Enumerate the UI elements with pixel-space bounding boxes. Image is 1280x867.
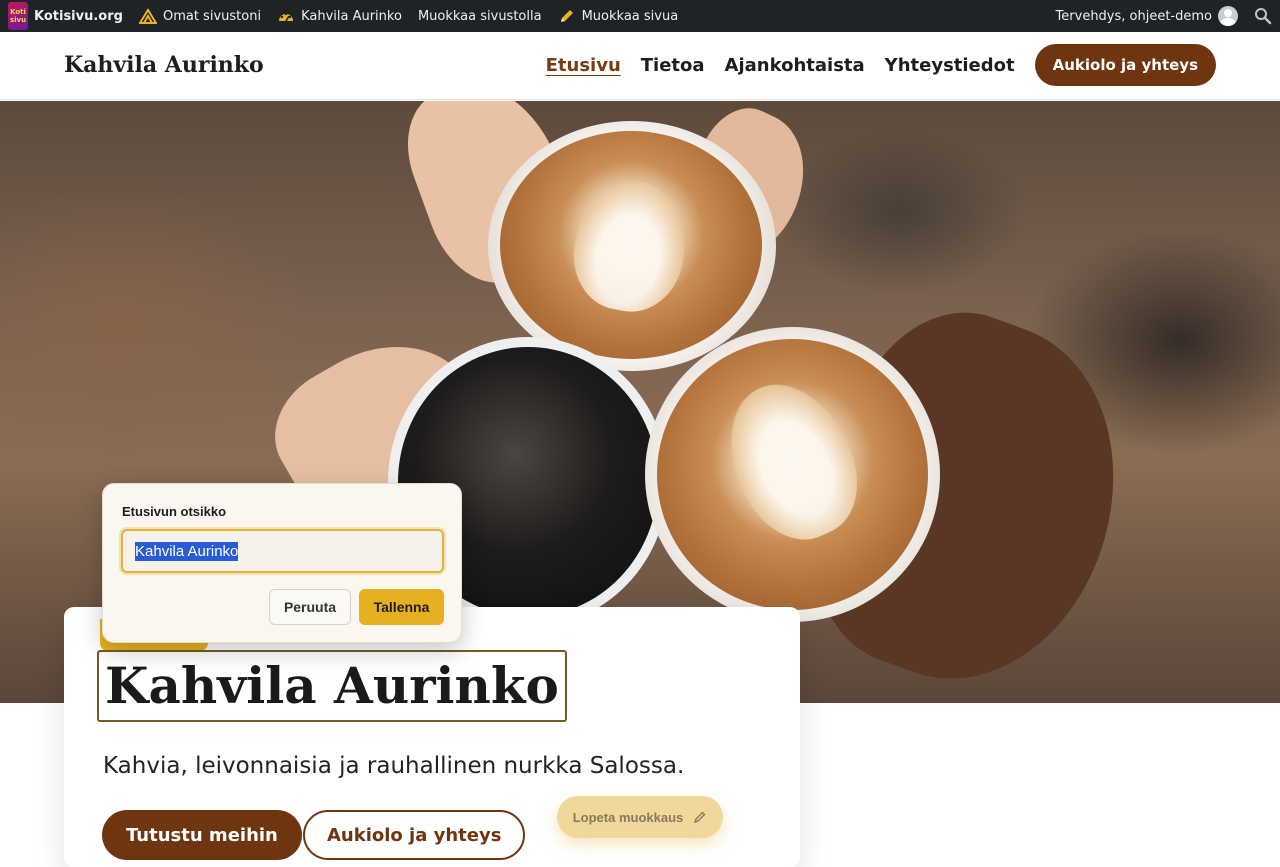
- customize-link[interactable]: Muokkaa sivustolla: [410, 0, 550, 32]
- kotisivu-logo-icon: Koti sivu: [8, 2, 28, 30]
- greeting-label: Tervehdys, ohjeet-demo: [1055, 8, 1212, 24]
- edit-page-label: Muokkaa sivua: [581, 8, 679, 24]
- explore-button[interactable]: Tutustu meihin: [102, 810, 302, 860]
- title-edit-popover: Etusivun otsikko Kahvila Aurinko Peruuta…: [102, 483, 462, 643]
- sites-icon: [138, 8, 157, 24]
- admin-search[interactable]: [1246, 0, 1280, 32]
- stop-editing-button[interactable]: Lopeta muokkaus: [557, 796, 723, 838]
- account-menu[interactable]: Tervehdys, ohjeet-demo: [1048, 0, 1246, 32]
- title-input[interactable]: Kahvila Aurinko: [121, 529, 444, 573]
- site-name-menu[interactable]: Kahvila Aurinko: [269, 0, 410, 32]
- customize-label: Muokkaa sivustolla: [417, 8, 542, 24]
- site-name-label: Kahvila Aurinko: [301, 8, 402, 24]
- avatar-icon: [1218, 6, 1238, 26]
- cancel-button[interactable]: Peruuta: [269, 589, 351, 625]
- search-icon: [1255, 8, 1272, 25]
- save-button[interactable]: Tallenna: [359, 589, 444, 625]
- main-nav: Etusivu Tietoa Ajankohtaista Yhteystiedo…: [546, 44, 1216, 86]
- hero-subtitle[interactable]: Kahvia, leivonnaisia ja rauhallinen nurk…: [103, 753, 684, 779]
- stop-editing-label: Lopeta muokkaus: [572, 809, 684, 825]
- opening-hours-button[interactable]: Aukiolo ja yhteys: [303, 810, 526, 860]
- title-input-value: Kahvila Aurinko: [135, 541, 239, 561]
- header-cta-button[interactable]: Aukiolo ja yhteys: [1034, 44, 1216, 86]
- my-sites-label: Omat sivustoni: [162, 8, 262, 24]
- pencil-icon: [694, 811, 706, 824]
- site-title[interactable]: Kahvila Aurinko: [64, 52, 264, 78]
- hero-title[interactable]: Kahvila Aurinko: [97, 650, 567, 722]
- admin-brand-label: Kotisivu.org: [34, 8, 123, 24]
- dashboard-icon: [279, 12, 294, 22]
- nav-ajankohtaista[interactable]: Ajankohtaista: [725, 55, 865, 76]
- nav-yhteystiedot[interactable]: Yhteystiedot: [885, 55, 1015, 76]
- my-sites-menu[interactable]: Omat sivustoni: [131, 0, 269, 32]
- pencil-icon: [560, 10, 573, 22]
- nav-etusivu[interactable]: Etusivu: [546, 55, 621, 76]
- nav-tietoa[interactable]: Tietoa: [641, 55, 705, 76]
- popover-label: Etusivun otsikko: [122, 504, 227, 519]
- admin-bar: Koti sivu Kotisivu.org Omat sivustoni Kah…: [0, 0, 1280, 32]
- admin-brand[interactable]: Koti sivu Kotisivu.org: [0, 0, 131, 32]
- site-header: Kahvila Aurinko Etusivu Tietoa Ajankohta…: [0, 32, 1280, 100]
- edit-page-link[interactable]: Muokkaa sivua: [550, 0, 687, 32]
